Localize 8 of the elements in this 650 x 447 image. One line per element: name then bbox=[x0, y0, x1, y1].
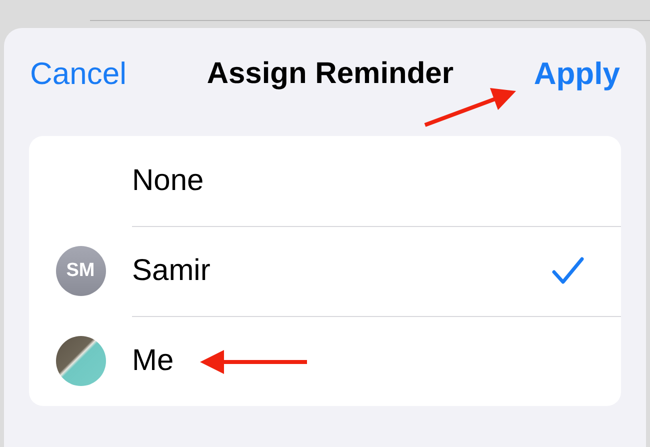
cancel-button[interactable]: Cancel bbox=[30, 56, 126, 92]
initials-avatar: SM bbox=[56, 246, 106, 296]
option-label[interactable]: Me bbox=[132, 344, 551, 378]
option-label[interactable]: None bbox=[132, 164, 551, 198]
photo-placeholder bbox=[56, 336, 106, 386]
option-label[interactable]: Samir bbox=[132, 254, 551, 288]
sheet-title: Assign Reminder bbox=[206, 57, 454, 91]
apply-button[interactable]: Apply bbox=[534, 56, 620, 92]
